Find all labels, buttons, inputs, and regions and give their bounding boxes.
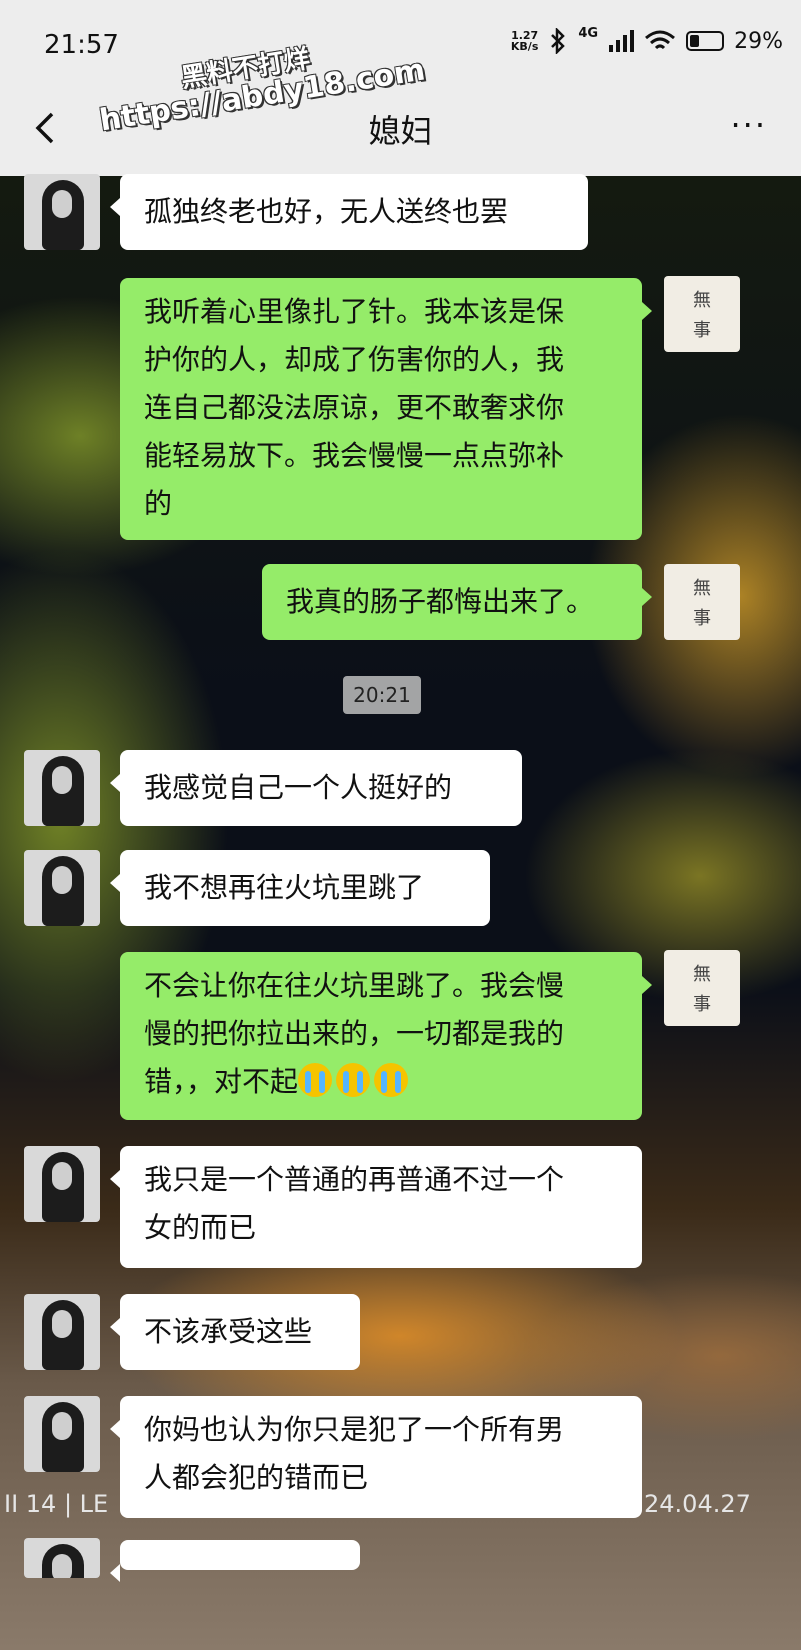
battery-icon	[686, 31, 725, 51]
network-speed: 1.27 KB/s	[510, 29, 539, 53]
contact-avatar[interactable]	[24, 1294, 100, 1370]
chat-timestamp: 20:21	[343, 676, 421, 714]
status-time: 21:57	[44, 30, 119, 60]
photo-overlay-date: 24.04.27	[644, 1490, 751, 1518]
crying-face-emoji	[374, 1063, 409, 1097]
my-avatar[interactable]: 無事	[664, 950, 740, 1026]
contact-avatar[interactable]	[24, 750, 100, 826]
crying-face-emoji	[298, 1063, 333, 1097]
message-bubble-received[interactable]	[110, 1540, 360, 1582]
contact-avatar[interactable]	[24, 1146, 100, 1222]
my-avatar[interactable]: 無事	[664, 276, 740, 352]
contact-avatar[interactable]	[24, 1538, 100, 1578]
my-avatar[interactable]: 無事	[664, 564, 740, 640]
contact-avatar[interactable]	[24, 174, 100, 250]
photo-overlay-left: II 14 | LE	[4, 1490, 109, 1518]
crying-face-emoji	[336, 1063, 371, 1097]
message-bubble-received[interactable]: 孤独终老也好，无人送终也罢	[110, 174, 588, 250]
message-bubble-received[interactable]: 不该承受这些	[110, 1294, 360, 1370]
message-bubble-received[interactable]: 你妈也认为你只是犯了一个所有男 人都会犯的错而已	[110, 1396, 642, 1518]
message-bubble-sent[interactable]: 我真的肠子都悔出来了。	[262, 564, 652, 640]
message-bubble-received[interactable]: 我感觉自己一个人挺好的	[110, 750, 522, 826]
network-type: 4G	[578, 25, 599, 41]
message-bubble-sent[interactable]: 不会让你在往火坑里跳了。我会慢 慢的把你拉出来的，一切都是我的 错，，对不起	[120, 952, 652, 1120]
bluetooth-icon	[551, 28, 566, 54]
battery-percent: 29%	[734, 28, 783, 54]
message-bubble-received[interactable]: 我不想再往火坑里跳了	[110, 850, 490, 926]
message-bubble-received[interactable]: 我只是一个普通的再普通不过一个 女的而已	[110, 1146, 642, 1268]
wifi-icon	[645, 30, 676, 50]
contact-avatar[interactable]	[24, 1396, 100, 1472]
more-options-icon[interactable]: ···	[730, 106, 767, 144]
contact-avatar[interactable]	[24, 850, 100, 926]
message-bubble-sent[interactable]: 我听着心里像扎了针。我本该是保 护你的人，却成了伤害你的人，我 连自己都没法原谅…	[120, 278, 652, 540]
status-icons: 1.27 KB/s 4G 29%	[510, 25, 783, 54]
signal-icon	[609, 30, 635, 52]
